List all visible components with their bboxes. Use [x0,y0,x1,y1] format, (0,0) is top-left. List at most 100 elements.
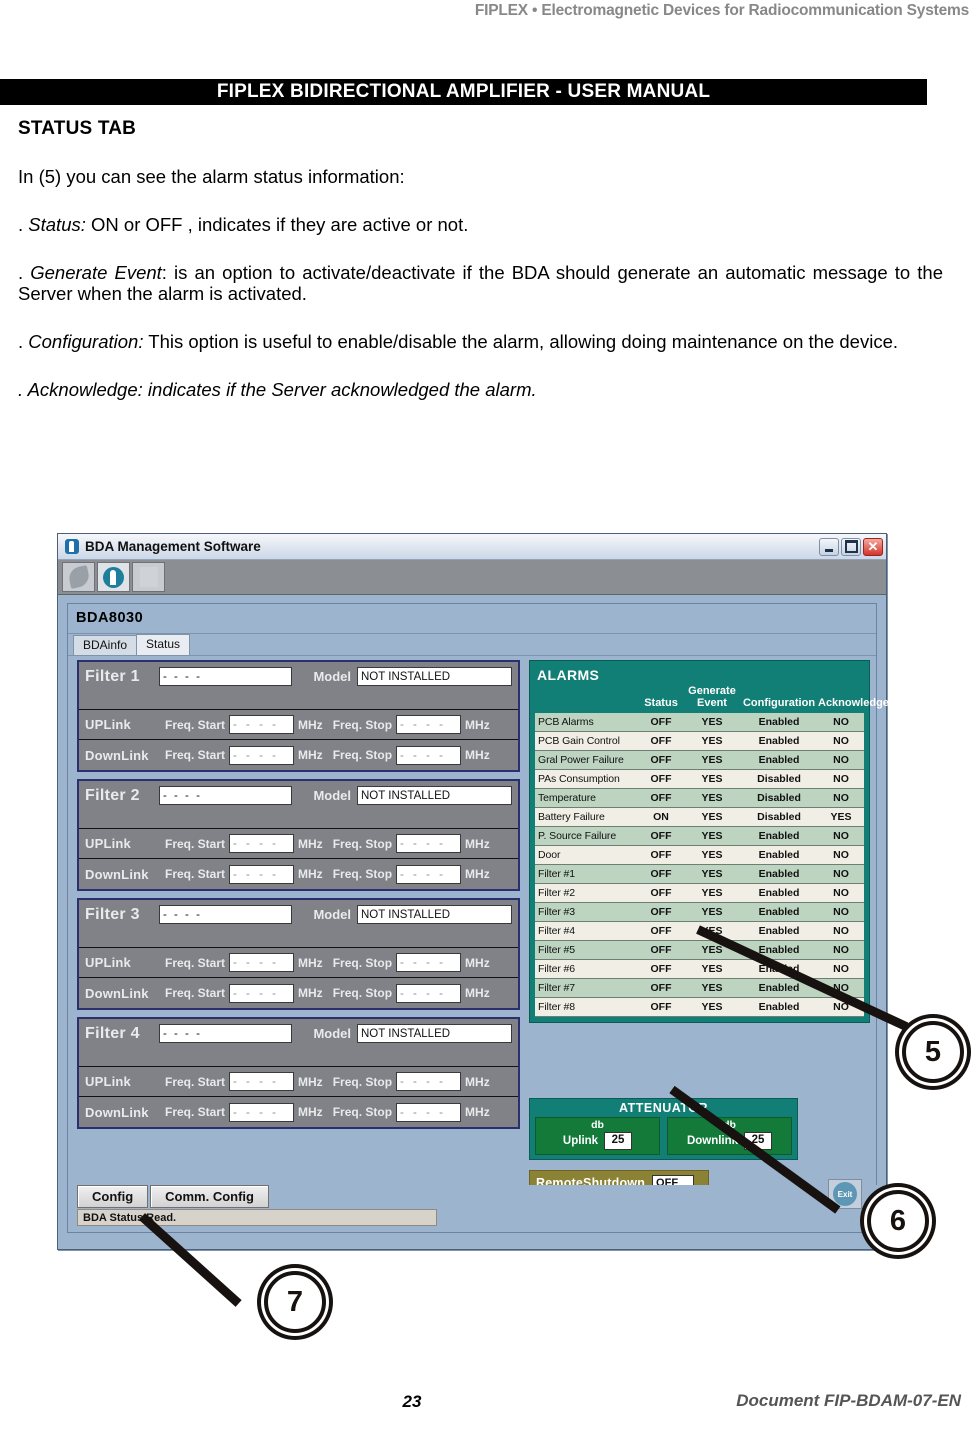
freq-stop-field[interactable]: - - - - [396,745,462,765]
model-field[interactable]: NOT INSTALLED [357,1024,512,1043]
body-text: STATUS TAB In (5) you can see the alarm … [18,118,943,427]
uplink-label: Uplink [562,1135,599,1147]
freq-start-field[interactable]: - - - - [229,1072,295,1091]
alarm-configuration: Disabled [740,769,818,790]
model-field[interactable]: NOT INSTALLED [357,786,512,805]
footer-page-number: 23 [402,1392,422,1411]
alarm-row[interactable]: Door OFF YES Enabled NO [535,845,864,866]
alarm-row[interactable]: Filter #5 OFF YES Enabled NO [535,940,864,961]
window-title: BDA Management Software [85,539,261,554]
uplink-value-field[interactable]: 25 [604,1132,633,1150]
freq-start-unit: MHz [298,1074,323,1089]
filter-name-field[interactable]: - - - - [159,786,292,805]
close-button[interactable]: ✕ [863,537,883,556]
freq-start-field[interactable]: - - - - [229,953,295,972]
alarm-status: OFF [638,713,684,733]
footer-document-id: Document FIP-BDAM-07-EN [736,1391,961,1410]
alarm-configuration: Enabled [740,997,818,1018]
alarm-row[interactable]: PAs Consumption OFF YES Disabled NO [535,769,864,790]
paragraph-configuration: . Configuration: This option is useful t… [18,331,943,353]
config-button[interactable]: Config [77,1185,149,1208]
comm-config-button[interactable]: Comm. Config [150,1185,269,1208]
status-bar: BDA Status Read. [77,1209,437,1226]
blank-tool-icon[interactable] [132,562,165,592]
freq-start-unit: MHz [298,986,323,1000]
callout-7: 7 [264,1271,326,1333]
alarm-row[interactable]: PCB Alarms OFF YES Enabled NO [535,713,864,733]
freq-start-field[interactable]: - - - - [229,715,295,734]
alarm-name: PCB Gain Control [535,731,638,752]
freq-stop-field[interactable]: - - - - [396,715,462,734]
feather-tool-icon[interactable] [62,562,95,592]
freq-start-label: Freq. Start [165,1105,226,1119]
connect-tool-icon[interactable] [97,562,130,592]
freq-start-field[interactable]: - - - - [229,864,295,884]
filter-name-field[interactable]: - - - - [159,905,292,924]
filter-title: Filter 3 [85,906,140,923]
filter-panel-3: Filter 3 - - - - Model NOT INSTALLED UPL… [77,898,520,1010]
window-toolbar [58,560,886,595]
alarm-row[interactable]: Filter #6OFFYESEnabledNO [535,959,864,980]
filter-panel-4: Filter 4 - - - - Model NOT INSTALLED UPL… [77,1017,520,1129]
maximize-button[interactable] [841,537,861,556]
filter-header-row: Filter 4 - - - - Model NOT INSTALLED [79,1019,518,1067]
col-generate-line2: Event [697,696,727,709]
model-field[interactable]: NOT INSTALLED [357,905,512,924]
alarm-row[interactable]: Filter #3 OFF YES Enabled NO [535,902,864,923]
attenuator-title: ATTENUATOR [618,1101,709,1115]
freq-stop-label: Freq. Stop [332,986,393,1000]
minimize-button[interactable] [819,537,839,556]
freq-stop-field[interactable]: - - - - [396,983,462,1003]
filter-name-field[interactable]: - - - - [159,1024,292,1043]
alarm-generate-event: YES [684,769,740,790]
uplink-row: UPLink Freq. Start - - - - MHz Freq. Sto… [79,829,518,859]
alarm-status: OFF [638,978,684,999]
alarm-row[interactable]: PCB Gain Control OFF YES Enabled NO [535,731,864,752]
tab-bdainfo[interactable]: BDAinfo [73,635,138,655]
window-titlebar[interactable]: BDA Management Software ✕ [58,534,886,560]
freq-stop-field[interactable]: - - - - [396,864,462,884]
tab-status[interactable]: Status [136,634,191,655]
manual-banner: FIPLEX BIDIRECTIONAL AMPLIFIER - USER MA… [0,79,927,105]
alarm-row[interactable]: Gral Power Failure OFF YES Enabled NO [535,750,864,771]
alarm-name: Temperature [535,788,638,809]
tabstrip-divider [68,655,876,656]
freq-stop-field[interactable]: - - - - [396,834,462,853]
attenuator-uplink: db Uplink 25 [535,1117,660,1155]
alarm-row[interactable]: Temperature OFF YES Disabled NO [535,788,864,809]
alarm-generate-event: YES [684,883,740,904]
freq-stop-field[interactable]: - - - - [396,1102,462,1122]
alarm-configuration: Enabled [740,713,818,733]
filter-name-field[interactable]: - - - - [159,667,292,686]
paragraph-generate-event: . Generate Event: is an option to activa… [18,262,943,306]
freq-start-field[interactable]: - - - - [229,983,295,1003]
model-field[interactable]: NOT INSTALLED [357,667,512,686]
alarm-generate-event: YES [684,713,740,733]
alarm-status: OFF [638,826,684,847]
alarm-row[interactable]: P. Source Failure OFF YES Enabled NO [535,826,864,847]
col-generate-line1: Generate [688,685,736,697]
freq-start-field[interactable]: - - - - [229,745,295,765]
freq-start-label: Freq. Start [165,836,226,851]
paragraph-acknowledge: . Acknowledge: indicates if the Server a… [18,379,537,401]
alarm-row[interactable]: Battery Failure ON YES Disabled YES [535,807,864,828]
alarm-status: OFF [638,750,684,771]
freq-stop-field[interactable]: - - - - [396,1072,462,1091]
downlink-row: DownLink Freq. Start - - - - MHz Freq. S… [79,859,518,889]
link-label: DownLink [85,747,149,763]
freq-start-unit: MHz [298,1105,323,1119]
freq-start-field[interactable]: - - - - [229,834,295,853]
uplink-unit: db [591,1119,604,1131]
callout-5-number: 5 [924,1035,942,1068]
downlink-row: DownLink Freq. Start - - - - MHz Freq. S… [79,740,518,770]
freq-stop-field[interactable]: - - - - [396,953,462,972]
freq-start-field[interactable]: - - - - [229,1102,295,1122]
callout-6-number: 6 [889,1204,907,1237]
alarm-acknowledge: NO [818,713,864,733]
filters-column: Filter 1 - - - - Model NOT INSTALLED UPL… [77,660,520,1136]
freq-stop-unit: MHz [465,748,490,762]
alarm-row[interactable]: Filter #2 OFF YES Enabled NO [535,883,864,904]
link-label: UPLink [85,717,131,732]
alarm-row[interactable]: Filter #1 OFF YES Enabled NO [535,864,864,885]
alarm-row[interactable]: Filter #8 OFF YES Enabled NO [535,997,864,1018]
